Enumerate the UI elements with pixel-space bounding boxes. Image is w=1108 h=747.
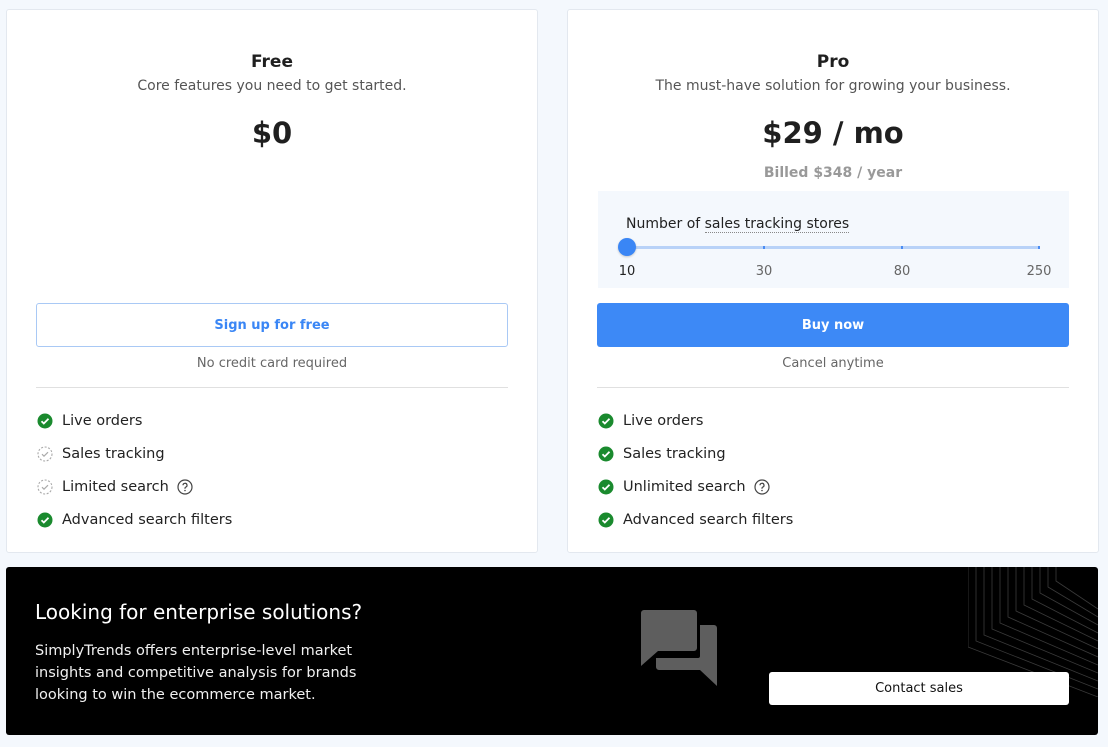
feature-item: Sales tracking	[598, 437, 793, 470]
feature-label: Unlimited search	[623, 478, 746, 495]
billed-annually-note: Billed $348 / year	[763, 165, 903, 181]
button-note: No credit card required	[196, 356, 348, 371]
feature-label: Sales tracking	[62, 445, 165, 462]
check-circle-icon	[598, 512, 614, 528]
feature-item: Sales tracking	[37, 437, 232, 470]
enterprise-description: SimplyTrends offers enterprise-level mar…	[35, 643, 357, 703]
plan-title: Pro	[816, 52, 850, 72]
chat-bubbles-icon	[641, 610, 717, 686]
enterprise-title: Looking for enterprise solutions?	[35, 600, 363, 624]
feature-item: Limited search	[37, 470, 232, 503]
plan-subtitle: The must-have solution for growing your …	[655, 78, 1011, 94]
slider-tick	[901, 246, 903, 249]
check-circle-icon	[598, 446, 614, 462]
feature-label: Live orders	[62, 412, 143, 429]
slider-tick	[763, 246, 765, 249]
enterprise-banner: Looking for enterprise solutions? Simply…	[6, 567, 1098, 735]
slider-thumb[interactable]	[618, 238, 636, 256]
pro-plan-card: Pro The must-have solution for growing y…	[567, 9, 1099, 553]
slider-label-prefix: Number of	[626, 216, 705, 232]
feature-list: Live orders Sales tracking Limited searc…	[37, 404, 232, 536]
check-circle-icon	[598, 479, 614, 495]
slider-option-label[interactable]: 30	[756, 264, 773, 279]
store-count-slider-panel: Number of sales tracking stores 10 30 80…	[598, 191, 1069, 288]
feature-label: Advanced search filters	[623, 511, 794, 528]
feature-list: Live orders Sales tracking Unlimited sea…	[598, 404, 793, 536]
sales-tracking-stores-tooltip-term[interactable]: sales tracking stores	[704, 216, 850, 233]
slider-option-label[interactable]: 10	[619, 264, 636, 279]
buy-now-button[interactable]: Buy now	[597, 303, 1069, 347]
slider-track[interactable]	[626, 246, 1040, 249]
partial-check-icon	[37, 478, 53, 495]
contact-sales-button[interactable]: Contact sales	[769, 672, 1069, 705]
feature-item: Unlimited search	[598, 470, 793, 503]
free-plan-card: Free Core features you need to get start…	[6, 9, 538, 553]
plan-price: $0	[251, 116, 293, 150]
plan-price: $29 / mo	[762, 116, 904, 150]
feature-item: Advanced search filters	[37, 503, 232, 536]
slider-option-label[interactable]: 250	[1027, 264, 1052, 279]
slider-label: Number of sales tracking stores	[626, 216, 850, 233]
plan-title: Free	[251, 52, 293, 72]
slider-tick	[1038, 246, 1040, 249]
sign-up-free-button[interactable]: Sign up for free	[36, 303, 508, 347]
divider	[36, 387, 508, 388]
feature-label: Live orders	[623, 412, 704, 429]
help-icon[interactable]	[754, 478, 770, 495]
partial-check-icon	[37, 445, 53, 462]
feature-label: Sales tracking	[623, 445, 726, 462]
plan-subtitle: Core features you need to get started.	[137, 78, 407, 94]
feature-item: Live orders	[598, 404, 793, 437]
check-circle-icon	[37, 512, 53, 528]
feature-item: Live orders	[37, 404, 232, 437]
button-note: Cancel anytime	[782, 356, 884, 371]
help-icon[interactable]	[177, 478, 193, 495]
check-circle-icon	[37, 413, 53, 429]
feature-item: Advanced search filters	[598, 503, 793, 536]
feature-label: Advanced search filters	[62, 511, 233, 528]
slider-option-label[interactable]: 80	[894, 264, 911, 279]
feature-label: Limited search	[62, 478, 169, 495]
check-circle-icon	[598, 413, 614, 429]
divider	[597, 387, 1069, 388]
